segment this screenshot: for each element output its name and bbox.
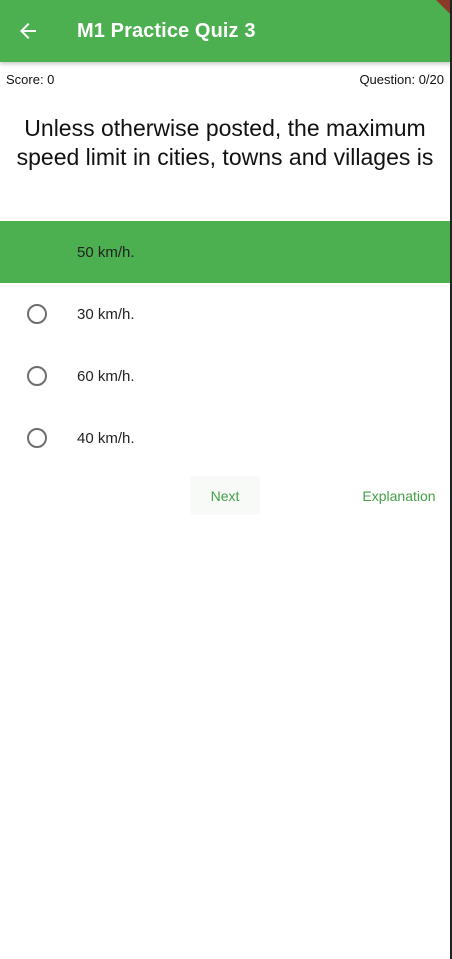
arrow-left-icon <box>20 23 36 39</box>
explanation-button[interactable]: Explanation <box>356 476 442 515</box>
next-button[interactable]: Next <box>190 476 260 515</box>
answer-option[interactable]: 60 km/h. <box>0 345 450 407</box>
radio-button[interactable] <box>27 366 47 386</box>
score-label: Score: 0 <box>6 72 55 87</box>
status-row: Score: 0 Question: 0/20 <box>6 72 444 87</box>
answer-option[interactable]: 40 km/h. <box>0 407 450 469</box>
page-title: M1 Practice Quiz 3 <box>77 19 256 42</box>
radio-button[interactable] <box>27 428 47 448</box>
radio-button[interactable] <box>27 304 47 324</box>
app-bar: M1 Practice Quiz 3 <box>0 0 452 62</box>
debug-banner <box>404 0 452 32</box>
answer-option-label: 30 km/h. <box>77 305 135 323</box>
back-button[interactable] <box>0 3 56 59</box>
answer-option-label: 40 km/h. <box>77 429 135 447</box>
question-counter: Question: 0/20 <box>359 72 444 87</box>
answer-option-label: 50 km/h. <box>77 243 135 261</box>
answer-option[interactable]: 30 km/h. <box>0 283 450 345</box>
quiz-screen: M1 Practice Quiz 3 Score: 0 Question: 0/… <box>0 0 452 959</box>
question-text: Unless otherwise posted, the maximum spe… <box>16 115 434 170</box>
answer-option-label: 60 km/h. <box>77 367 135 385</box>
answer-option[interactable]: 50 km/h. <box>0 221 450 283</box>
